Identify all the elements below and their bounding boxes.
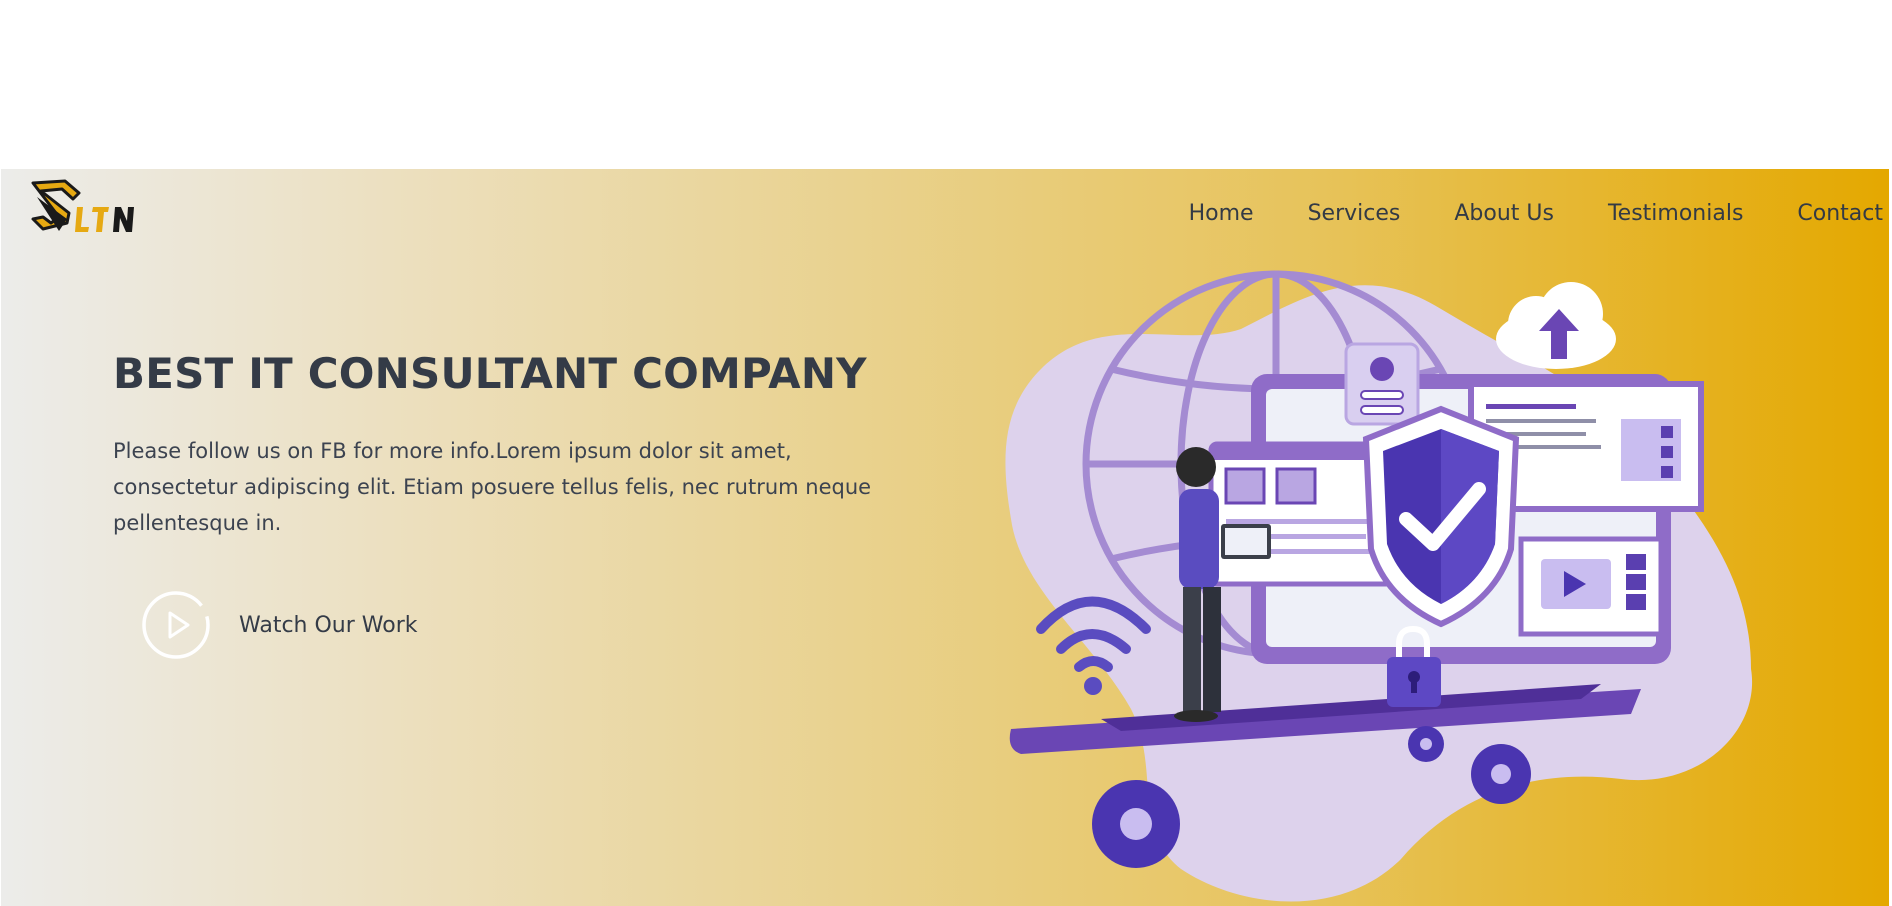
nav-link-testimonials[interactable]: Testimonials [1608,201,1743,226]
nav-link-about-us[interactable]: About Us [1454,201,1554,226]
watch-our-work-button[interactable]: Watch Our Work [141,589,418,661]
play-icon [142,591,210,659]
security-laptop-illustration [981,269,1771,906]
hero-description: Please follow us on FB for more info.Lor… [113,439,872,535]
hero-title: BEST IT CONSULTANT COMPANY [113,349,867,398]
main-nav: Home Services About Us Testimonials Cont… [1189,193,1889,233]
logo-icon [31,179,134,232]
nav-link-services[interactable]: Services [1308,201,1401,226]
watch-our-work-label: Watch Our Work [239,612,418,638]
nav-link-home[interactable]: Home [1189,201,1254,226]
hero-section: Home Services About Us Testimonials Cont… [1,169,1889,906]
top-blank-area [0,0,1892,169]
cloud-upload-icon [1496,282,1616,369]
site-logo[interactable] [29,179,137,241]
nav-link-contact[interactable]: Contact [1797,201,1883,226]
